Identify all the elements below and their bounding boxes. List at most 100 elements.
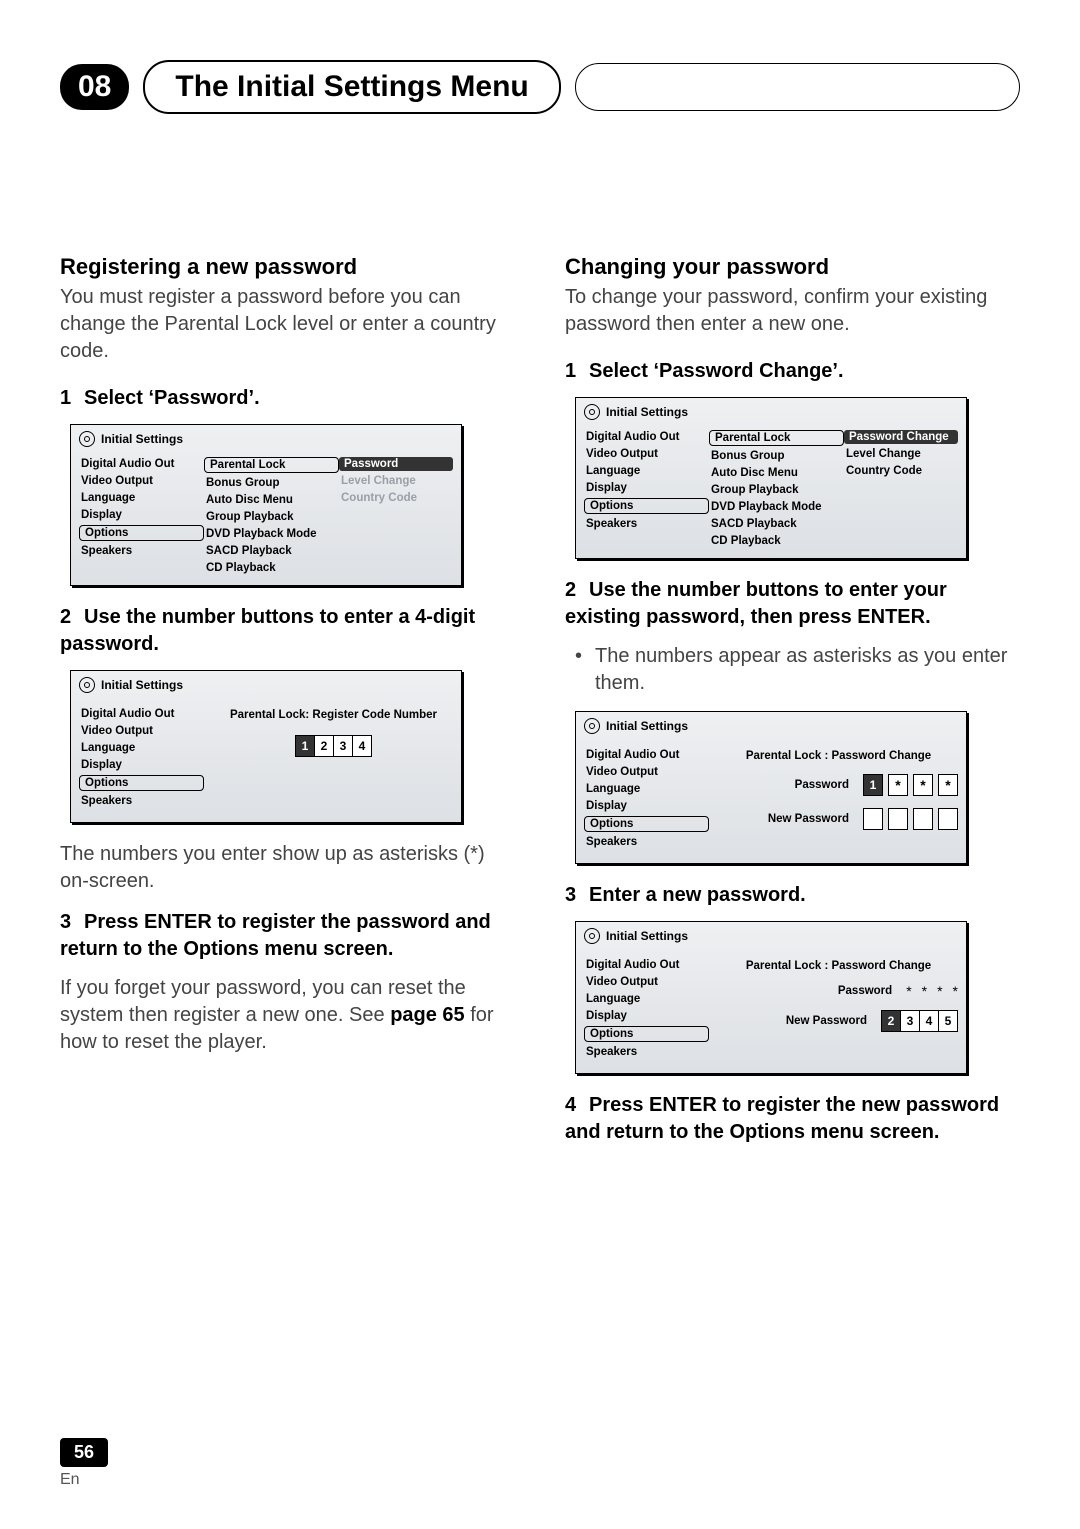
osd-left-item: Digital Audio Out bbox=[584, 958, 709, 972]
osd-left-item: Speakers bbox=[79, 544, 204, 558]
disc-icon bbox=[584, 718, 600, 734]
section-b-intro: To change your password, confirm your ex… bbox=[565, 284, 1020, 338]
section-b-heading: Changing your password bbox=[565, 254, 1020, 280]
osd-mid-item: DVD Playback Mode bbox=[204, 527, 339, 541]
dot: * bbox=[906, 984, 911, 998]
digit-cell-empty bbox=[938, 808, 958, 830]
osd-left-item: Digital Audio Out bbox=[79, 457, 204, 471]
section-b-step4: 4Press ENTER to register the new passwor… bbox=[565, 1092, 1020, 1146]
osd-right-item-dim: Country Code bbox=[339, 491, 453, 505]
section-a-heading: Registering a new password bbox=[60, 254, 515, 280]
section-a-step1-text: Select ‘Password’. bbox=[84, 387, 260, 409]
digit-cell: * bbox=[913, 774, 933, 796]
chapter-badge: 08 bbox=[60, 64, 129, 110]
digit-cell-empty bbox=[888, 808, 908, 830]
osd-left-item: Language bbox=[79, 491, 204, 505]
osd-left-item-selected: Options bbox=[584, 816, 709, 832]
osd-left-item: Digital Audio Out bbox=[79, 707, 204, 721]
disc-icon bbox=[584, 928, 600, 944]
digit-cell: 2 bbox=[882, 1011, 901, 1031]
osd-left-item-selected: Options bbox=[584, 1026, 709, 1042]
osd-header: Initial Settings bbox=[576, 398, 966, 430]
section-b-step2: 2Use the number buttons to enter your ex… bbox=[565, 577, 1020, 631]
osd-newpw-digits bbox=[863, 808, 958, 830]
osd-header: Initial Settings bbox=[576, 922, 966, 954]
osd-pw-panel: Parental Lock : Password Change Password… bbox=[719, 958, 958, 1059]
osd-left-item: Speakers bbox=[584, 517, 709, 531]
osd-mid-item: CD Playback bbox=[204, 561, 339, 575]
section-a-step2: 2Use the number buttons to enter a 4-dig… bbox=[60, 604, 515, 658]
section-b-step1: 1Select ‘Password Change’. bbox=[565, 358, 1020, 385]
osd-left-item: Language bbox=[584, 464, 709, 478]
digit-cell: * bbox=[888, 774, 908, 796]
page-footer: 56 En bbox=[60, 1438, 108, 1489]
osd-mid-col: Parental Lock Bonus Group Auto Disc Menu… bbox=[204, 457, 339, 575]
osd-left-item: Video Output bbox=[584, 975, 709, 989]
osd-left-item: Video Output bbox=[584, 447, 709, 461]
digit-cell: 2 bbox=[315, 736, 334, 756]
page-title-pill: The Initial Settings Menu bbox=[143, 60, 560, 114]
osd-left-col: Digital Audio Out Video Output Language … bbox=[79, 707, 204, 808]
osd-register-title: Parental Lock: Register Code Number bbox=[230, 709, 437, 721]
osd-right-item-dim: Level Change bbox=[339, 474, 453, 488]
page-number-badge: 56 bbox=[60, 1438, 108, 1467]
osd-pwchange-title: Parental Lock : Password Change bbox=[719, 960, 958, 972]
manual-page: 08 The Initial Settings Menu Registering… bbox=[0, 0, 1080, 1529]
osd-enter-new-pw: Initial Settings Digital Audio Out Video… bbox=[575, 921, 967, 1074]
osd-header-label: Initial Settings bbox=[101, 678, 183, 692]
osd-left-item: Display bbox=[584, 1009, 709, 1023]
osd-pw-label: Password bbox=[795, 779, 849, 791]
dot: * bbox=[953, 984, 958, 998]
osd-left-item: Speakers bbox=[584, 1045, 709, 1059]
osd-mid-item: CD Playback bbox=[709, 534, 844, 548]
osd-left-col: Digital Audio Out Video Output Language … bbox=[584, 958, 709, 1059]
page-ref: page 65 bbox=[390, 1004, 464, 1026]
osd-newpw-label: New Password bbox=[786, 1015, 867, 1027]
digit-cell: 3 bbox=[334, 736, 353, 756]
osd-digit-row: 1 2 3 4 bbox=[295, 735, 372, 757]
osd-pw-label: Password bbox=[838, 985, 892, 997]
osd-left-item: Video Output bbox=[79, 474, 204, 488]
section-a-step3: 3Press ENTER to register the password an… bbox=[60, 909, 515, 963]
digit-cell-empty bbox=[863, 808, 883, 830]
dot: * bbox=[922, 984, 927, 998]
osd-newpw-label: New Password bbox=[768, 813, 849, 825]
osd-left-item: Language bbox=[584, 992, 709, 1006]
osd-left-item: Language bbox=[79, 741, 204, 755]
osd-left-item: Video Output bbox=[79, 724, 204, 738]
osd-pw-digits: 1 * * * bbox=[863, 774, 958, 796]
disc-icon bbox=[584, 404, 600, 420]
osd-right-item-highlight: Password Change bbox=[844, 430, 958, 444]
section-b-step1-text: Select ‘Password Change’. bbox=[589, 360, 844, 382]
header-spacer-pill bbox=[575, 63, 1020, 111]
left-column: Registering a new password You must regi… bbox=[60, 254, 515, 1158]
section-b-step3: 3Enter a new password. bbox=[565, 882, 1020, 909]
osd-left-item: Display bbox=[584, 481, 709, 495]
osd-center-panel: Parental Lock: Register Code Number 1 2 … bbox=[214, 707, 453, 808]
osd-pw-dots: * * * * bbox=[906, 984, 958, 998]
osd-mid-col: Parental Lock Bonus Group Auto Disc Menu… bbox=[709, 430, 844, 548]
digit-cell-empty bbox=[913, 808, 933, 830]
osd-left-item: Display bbox=[79, 758, 204, 772]
digit-cell: 1 bbox=[863, 774, 883, 796]
osd-left-item: Speakers bbox=[79, 794, 204, 808]
osd-left-item: Language bbox=[584, 782, 709, 796]
digit-cell: 4 bbox=[353, 736, 371, 756]
osd-mid-item-selected: Parental Lock bbox=[709, 430, 844, 446]
section-a-step2-text: Use the number buttons to enter a 4-digi… bbox=[60, 606, 475, 655]
section-b-step3-text: Enter a new password. bbox=[589, 884, 806, 906]
disc-icon bbox=[79, 431, 95, 447]
digit-cell: 4 bbox=[920, 1011, 939, 1031]
osd-right-item-highlight: Password bbox=[339, 457, 453, 471]
osd-header-label: Initial Settings bbox=[606, 929, 688, 943]
osd-mid-item-selected: Parental Lock bbox=[204, 457, 339, 473]
osd-right-item: Level Change bbox=[844, 447, 958, 461]
osd-header: Initial Settings bbox=[576, 712, 966, 744]
osd-mid-item: Bonus Group bbox=[204, 476, 339, 490]
section-a-intro: You must register a password before you … bbox=[60, 284, 515, 365]
osd-left-item-selected: Options bbox=[79, 775, 204, 791]
osd-mid-item: Group Playback bbox=[709, 483, 844, 497]
osd-select-password: Initial Settings Digital Audio Out Video… bbox=[70, 424, 462, 586]
osd-right-col: Password Level Change Country Code bbox=[339, 457, 453, 575]
osd-mid-item: SACD Playback bbox=[709, 517, 844, 531]
